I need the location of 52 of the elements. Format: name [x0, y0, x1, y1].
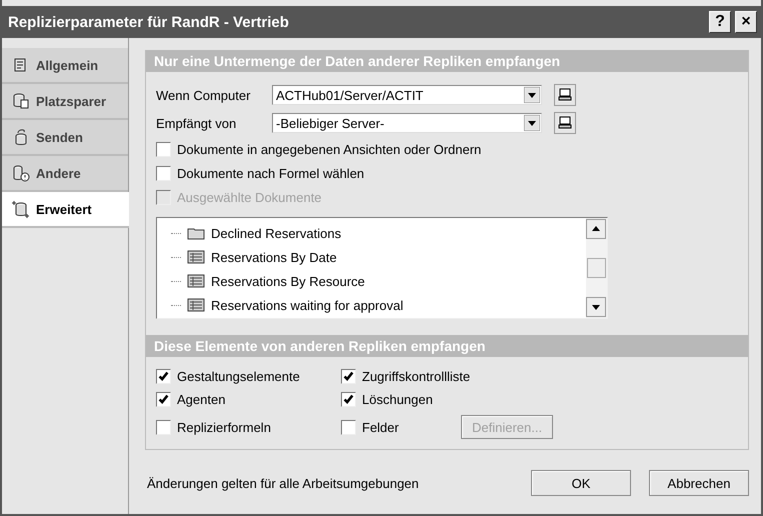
checkbox-label: Gestaltungselemente	[177, 369, 300, 384]
checkbox[interactable]	[341, 392, 356, 407]
checkbox[interactable]	[156, 420, 171, 434]
section-header: Diese Elemente von anderen Repliken empfangen	[146, 335, 748, 357]
database-icon	[12, 92, 30, 110]
tree-item[interactable]: Reservations waiting for approval	[211, 298, 404, 312]
tree-item[interactable]: Reservations By Resource	[211, 274, 365, 288]
checkbox[interactable]	[156, 166, 171, 181]
checkbox[interactable]	[156, 392, 171, 407]
field-label: Wenn Computer	[156, 88, 252, 102]
tree-item[interactable]: Reservations By Date	[211, 250, 337, 264]
dropdown-field[interactable]: ACTHub01/Server/ACTIT	[272, 85, 542, 105]
ok-button[interactable]: OK	[531, 470, 631, 496]
computer-button[interactable]	[554, 112, 576, 134]
dropdown-arrow-icon[interactable]	[524, 115, 540, 131]
checkbox-label: Agenten	[177, 392, 226, 407]
folder-icon	[187, 226, 205, 240]
view-icon	[187, 250, 205, 264]
database-icon	[12, 164, 30, 182]
sidebar-tab[interactable]: Platzsparer	[2, 84, 128, 120]
checkbox[interactable]	[341, 369, 356, 384]
checkbox-label: Felder	[362, 420, 399, 434]
checkbox[interactable]	[156, 369, 171, 384]
view-icon	[187, 298, 205, 312]
window-title: Replizierparameter für RandR - Vertrieb	[8, 14, 290, 30]
cancel-button[interactable]: Abbrechen	[649, 470, 749, 496]
view-icon	[187, 274, 205, 288]
checkbox-label: Löschungen	[362, 392, 433, 407]
computer-icon	[558, 116, 572, 130]
close-button[interactable]: ×	[735, 11, 757, 33]
field-label: Empfängt von	[156, 116, 238, 130]
checkbox-label: Replizierformeln	[177, 420, 271, 434]
tree-item[interactable]: Declined Reservations	[211, 226, 342, 240]
checkbox-label: Zugriffskontrollliste	[362, 369, 470, 384]
dropdown-field[interactable]: -Beliebiger Server-	[272, 113, 542, 133]
sidebar-tab[interactable]: Allgemein	[2, 48, 128, 84]
sidebar-tab[interactable]: Senden	[2, 120, 128, 156]
sidebar-tab[interactable]: Andere	[2, 156, 128, 192]
checkbox[interactable]	[156, 142, 171, 157]
help-button[interactable]: ?	[709, 11, 731, 33]
database-icon	[12, 200, 30, 218]
computer-button[interactable]	[554, 84, 576, 106]
scrollbar-thumb[interactable]	[587, 258, 606, 278]
footer-note: Änderungen gelten für alle Arbeitsumgebungen	[147, 476, 420, 490]
dropdown-arrow-icon[interactable]	[524, 87, 540, 103]
computer-icon	[558, 88, 572, 102]
checkbox-label: Ausgewählte Dokumente	[177, 190, 322, 205]
checkbox[interactable]	[341, 420, 356, 434]
section-header: Nur eine Untermenge der Daten anderer Repliken empfangen	[146, 50, 748, 72]
checkbox-label: Dokumente nach Formel wählen	[177, 166, 364, 181]
checkbox-label: Dokumente in angegebenen Ansichten oder Ordnern	[177, 142, 482, 157]
sidebar-tab[interactable]: Erweitert	[2, 192, 129, 228]
